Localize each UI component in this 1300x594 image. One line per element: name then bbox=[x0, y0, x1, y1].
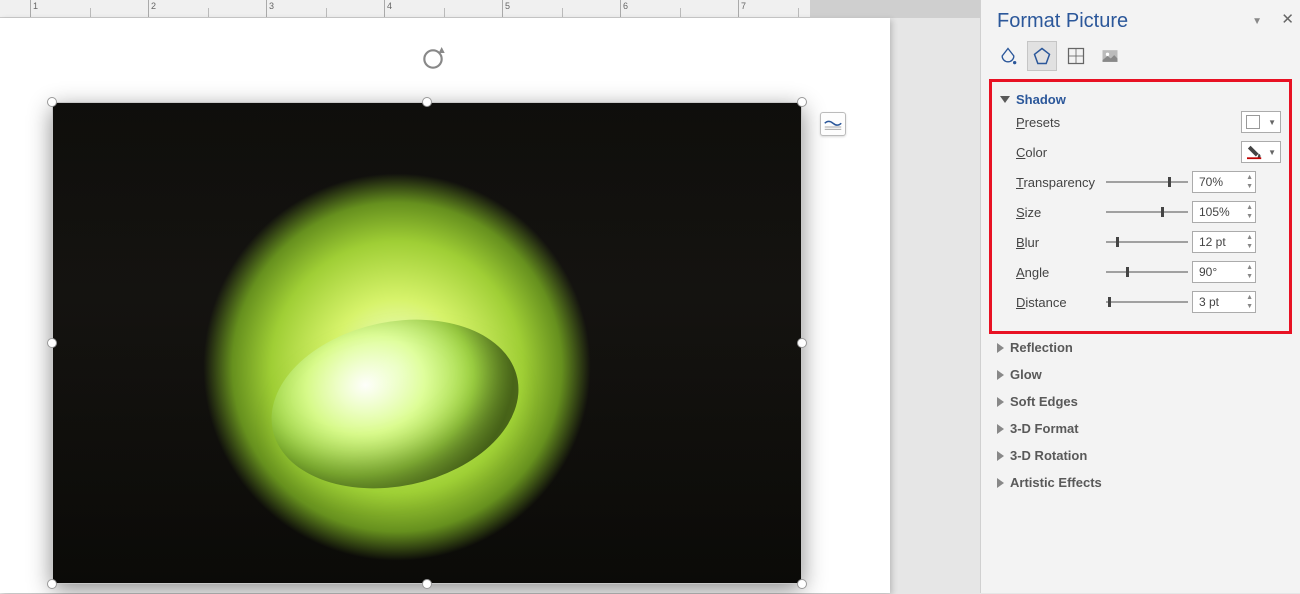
angle-slider[interactable] bbox=[1106, 264, 1188, 280]
blur-slider[interactable] bbox=[1106, 234, 1188, 250]
horizontal-ruler[interactable]: 1 2 3 4 5 6 7 bbox=[0, 0, 980, 18]
shadow-section: Shadow Presets ▼ Color ▼ Transparency 70… bbox=[989, 79, 1292, 334]
resize-handle[interactable] bbox=[422, 97, 432, 107]
resize-handle[interactable] bbox=[47, 338, 57, 348]
chevron-down-icon bbox=[1000, 96, 1010, 103]
angle-row: Angle 90°▲▼ bbox=[1000, 257, 1281, 287]
pane-tabs bbox=[981, 39, 1300, 79]
presets-picker[interactable]: ▼ bbox=[1241, 111, 1281, 133]
three-d-format-header[interactable]: 3-D Format bbox=[981, 415, 1300, 442]
resize-handle[interactable] bbox=[47, 97, 57, 107]
chevron-right-icon bbox=[997, 397, 1004, 407]
rotate-handle-icon[interactable] bbox=[420, 46, 446, 77]
size-row: Size 105%▲▼ bbox=[1000, 197, 1281, 227]
ruler-mark: 6 bbox=[623, 1, 628, 11]
layout-options-button[interactable] bbox=[820, 112, 846, 136]
transparency-slider[interactable] bbox=[1106, 174, 1188, 190]
three-d-rotation-header[interactable]: 3-D Rotation bbox=[981, 442, 1300, 469]
pane-menu-icon[interactable]: ▼ bbox=[1252, 16, 1262, 27]
angle-input[interactable]: 90°▲▼ bbox=[1192, 261, 1256, 283]
ruler-mark: 2 bbox=[151, 1, 156, 11]
color-picker[interactable]: ▼ bbox=[1241, 141, 1281, 163]
transparency-row: Transparency 70%▲▼ bbox=[1000, 167, 1281, 197]
chevron-right-icon bbox=[997, 370, 1004, 380]
document-canvas[interactable]: 1 2 3 4 5 6 7 bbox=[0, 0, 980, 593]
reflection-header[interactable]: Reflection bbox=[981, 334, 1300, 361]
tab-effects[interactable] bbox=[1027, 41, 1057, 71]
page[interactable] bbox=[0, 18, 890, 593]
distance-row: Distance 3 pt▲▼ bbox=[1000, 287, 1281, 317]
ruler-mark: 4 bbox=[387, 1, 392, 11]
ruler-mark: 5 bbox=[505, 1, 510, 11]
artistic-effects-header[interactable]: Artistic Effects bbox=[981, 469, 1300, 496]
size-slider[interactable] bbox=[1106, 204, 1188, 220]
shadow-header[interactable]: Shadow bbox=[1000, 92, 1281, 107]
ruler-mark: 7 bbox=[741, 1, 746, 11]
transparency-input[interactable]: 70%▲▼ bbox=[1192, 171, 1256, 193]
size-input[interactable]: 105%▲▼ bbox=[1192, 201, 1256, 223]
ruler-mark: 1 bbox=[33, 1, 38, 11]
tab-layout-size[interactable] bbox=[1061, 41, 1091, 71]
blur-row: Blur 12 pt▲▼ bbox=[1000, 227, 1281, 257]
presets-label: Presets bbox=[1016, 115, 1106, 130]
distance-input[interactable]: 3 pt▲▼ bbox=[1192, 291, 1256, 313]
resize-handle[interactable] bbox=[422, 579, 432, 589]
resize-handle[interactable] bbox=[797, 579, 807, 589]
resize-handle[interactable] bbox=[47, 579, 57, 589]
resize-handle[interactable] bbox=[797, 97, 807, 107]
tab-picture[interactable] bbox=[1095, 41, 1125, 71]
selected-picture[interactable] bbox=[42, 92, 812, 594]
ruler-mark: 3 bbox=[269, 1, 274, 11]
chevron-right-icon bbox=[997, 478, 1004, 488]
format-picture-pane: Format Picture ▼ ✕ Shadow Presets ▼ Colo… bbox=[980, 0, 1300, 593]
shadow-title: Shadow bbox=[1016, 92, 1066, 107]
picture-content bbox=[52, 102, 802, 584]
close-icon[interactable]: ✕ bbox=[1281, 10, 1294, 28]
resize-handle[interactable] bbox=[797, 338, 807, 348]
chevron-right-icon bbox=[997, 343, 1004, 353]
color-label: Color bbox=[1016, 145, 1106, 160]
distance-slider[interactable] bbox=[1106, 294, 1188, 310]
glow-header[interactable]: Glow bbox=[981, 361, 1300, 388]
soft-edges-header[interactable]: Soft Edges bbox=[981, 388, 1300, 415]
tab-fill-line[interactable] bbox=[993, 41, 1023, 71]
blur-input[interactable]: 12 pt▲▼ bbox=[1192, 231, 1256, 253]
chevron-right-icon bbox=[997, 451, 1004, 461]
chevron-right-icon bbox=[997, 424, 1004, 434]
